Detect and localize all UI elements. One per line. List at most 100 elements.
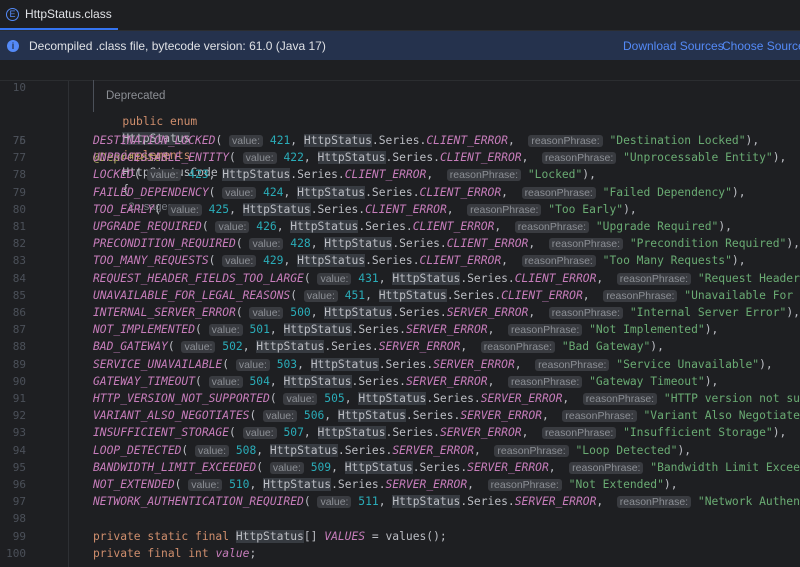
enum-constant: DESTINATION_LOCKED	[93, 134, 216, 147]
status-code: 508	[235, 443, 257, 457]
deprecated-doc-comment: Deprecated	[93, 80, 165, 112]
enum-constant: NOT_IMPLEMENTED	[93, 323, 196, 337]
param-hint-value: value:	[235, 358, 270, 371]
line-end: ),	[731, 254, 746, 268]
param-hint-value: value:	[242, 427, 277, 440]
series-constant: CLIENT_ERROR	[446, 237, 529, 251]
reason-phrase: "Not Implemented"	[589, 323, 705, 337]
enum-constant: NOT_EXTENDED	[93, 478, 175, 491]
status-code: 426	[256, 220, 277, 233]
info-icon: i	[7, 39, 19, 52]
param-hint-reason: reasonPhrase:	[535, 358, 610, 371]
line-end: ),	[704, 323, 719, 337]
enum-constant: GATEWAY_TIMEOUT	[93, 374, 196, 388]
tab-label: HttpStatus.class	[25, 7, 112, 21]
enum-ref: HttpStatus	[317, 426, 386, 440]
code-text: GATEWAY_TIMEOUT( value: 504, HttpStatus.…	[93, 374, 719, 388]
param-hint-reason: reasonPhrase:	[446, 169, 522, 182]
download-sources-link[interactable]: Download Sources	[623, 39, 724, 53]
code-text: UPGRADE_REQUIRED( value: 426, HttpStatus…	[93, 220, 732, 233]
enum-ref: HttpStatus	[263, 478, 332, 491]
param-hint-value: value:	[188, 479, 223, 491]
line-number: 77	[12, 151, 26, 165]
line-end: = values();	[365, 529, 447, 543]
line-end: ;	[249, 546, 257, 560]
param-hint-reason: reasonPhrase:	[528, 135, 603, 147]
reason-phrase: "Network Authentication Rec	[697, 495, 800, 509]
code-text: FAILED_DEPENDENCY( value: 424, HttpStatu…	[93, 185, 746, 199]
code-text: LOCKED( value: 423, HttpStatus.Series.CL…	[93, 168, 596, 182]
param-hint-value: value:	[269, 461, 304, 474]
series-class: .Series.	[324, 340, 379, 354]
enum-constant: LOCKED	[93, 168, 134, 182]
code-text: private final int value;	[93, 545, 256, 562]
tab-httpstatus-class[interactable]: E HttpStatus.class	[0, 0, 118, 30]
param-hint-reason: reasonPhrase:	[514, 221, 590, 233]
enum-ref: HttpStatus	[269, 443, 338, 457]
status-code: 428	[290, 237, 311, 251]
param-hint-reason: reasonPhrase:	[548, 238, 624, 251]
code-text: BANDWIDTH_LIMIT_EXCEEDED( value: 509, Ht…	[93, 459, 800, 477]
line-end: ),	[759, 357, 773, 371]
param-hint-reason: reasonPhrase:	[507, 375, 583, 388]
enum-ref: HttpStatus	[378, 288, 447, 302]
status-code: 451	[344, 288, 366, 302]
reason-phrase: "Loop Detected"	[575, 443, 678, 457]
series-constant: SERVER_ERROR	[405, 374, 488, 388]
param-hint-value: value:	[263, 410, 298, 423]
code-text: UNPROCESSABLE_ENTITY( value: 422, HttpSt…	[93, 151, 787, 165]
series-constant: CLIENT_ERROR	[419, 254, 502, 268]
enum-ref: HttpStatus	[297, 254, 366, 268]
series-constant: CLIENT_ERROR	[412, 220, 495, 233]
series-class: .Series.	[358, 220, 413, 233]
line-end: ),	[718, 220, 732, 233]
line-end: ),	[650, 340, 664, 354]
info-message: Decompiled .class file, bytecode version…	[29, 38, 326, 53]
enum-constant: LOOP_DETECTED	[93, 443, 182, 457]
param-hint-reason: reasonPhrase:	[541, 427, 617, 440]
series-constant: SERVER_ERROR	[405, 323, 488, 337]
param-hint-reason: reasonPhrase:	[548, 307, 624, 319]
status-code: 429	[263, 254, 284, 268]
code-editor[interactable]: 10 public enum HttpStatus implements Htt…	[0, 60, 800, 567]
line-end: ),	[582, 168, 596, 182]
enum-ref: HttpStatus	[283, 374, 352, 388]
field-name: VALUES	[324, 529, 366, 543]
reason-phrase: "Precondition Required"	[629, 237, 787, 251]
series-constant: CLIENT_ERROR	[501, 288, 583, 302]
series-class: .Series.	[446, 288, 502, 302]
status-code: 504	[249, 374, 270, 388]
param-hint-value: value:	[222, 255, 257, 268]
param-hint-reason: reasonPhrase:	[562, 410, 637, 423]
param-hint-reason: reasonPhrase:	[582, 393, 658, 405]
reason-phrase: "Insufficient Storage"	[623, 426, 773, 440]
line-number: 96	[12, 478, 26, 491]
series-class: .Series.	[351, 323, 406, 337]
series-constant: SERVER_ERROR	[460, 409, 542, 423]
reason-phrase: "Not Extended"	[568, 478, 664, 491]
series-class: .Series.	[385, 151, 440, 165]
code-text: TOO_EARLY( value: 425, HttpStatus.Series…	[93, 202, 637, 216]
type-name: HttpStatus	[235, 529, 304, 543]
reason-phrase: "Bad Gateway"	[561, 340, 651, 354]
line-number: 95	[12, 460, 26, 474]
enum-constant: BANDWIDTH_LIMIT_EXCEEDED	[93, 460, 257, 474]
line-end: ),	[677, 443, 692, 457]
enum-icon: E	[6, 7, 19, 21]
line-end: ),	[731, 185, 746, 199]
param-hint-reason: reasonPhrase:	[487, 479, 562, 491]
reason-phrase: "HTTP version not supported"	[663, 392, 800, 405]
param-hint-value: value:	[147, 169, 182, 182]
param-hint-value: value:	[215, 221, 250, 233]
series-constant: CLIENT_ERROR	[426, 134, 508, 147]
param-hint-value: value:	[208, 324, 243, 337]
param-hint-value: value:	[167, 203, 202, 216]
line-number: 93	[12, 426, 26, 440]
choose-sources-link[interactable]: Choose Sources...	[722, 39, 800, 53]
line-number: 81	[12, 220, 26, 233]
enum-ref: HttpStatus	[358, 392, 427, 405]
code-text: HTTP_VERSION_NOT_SUPPORTED( value: 505, …	[93, 390, 800, 408]
editor-tab-bar: E HttpStatus.class	[0, 0, 800, 31]
enum-ref: HttpStatus	[337, 409, 406, 423]
enum-constant: PRECONDITION_REQUIRED	[93, 237, 236, 251]
